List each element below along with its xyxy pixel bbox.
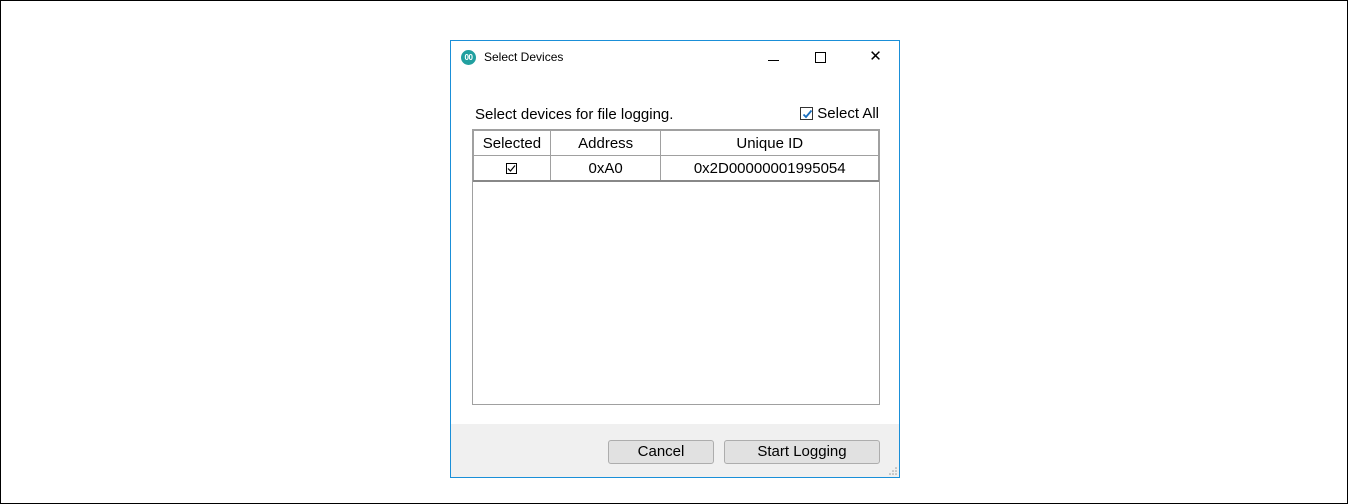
column-header-unique-id[interactable]: Unique ID: [660, 130, 879, 156]
app-logo-icon: 00: [461, 50, 476, 65]
column-header-address[interactable]: Address: [549, 130, 662, 156]
maximize-button[interactable]: [798, 41, 843, 74]
select-all-label: Select All: [817, 105, 879, 122]
title-bar: 00 Select Devices ✕: [451, 41, 899, 74]
row-unique-id-cell: 0x2D00000001995054: [660, 155, 879, 182]
row-selected-checkbox-icon[interactable]: [506, 163, 518, 175]
row-selected-cell[interactable]: [473, 155, 551, 182]
window-title: Select Devices: [484, 50, 564, 64]
devices-grid[interactable]: Selected Address Unique ID 0xA0 0x2D0000…: [472, 129, 880, 405]
minimize-icon: [768, 60, 779, 61]
table-row[interactable]: 0xA0 0x2D00000001995054: [473, 155, 879, 182]
resize-grip-icon[interactable]: [889, 467, 897, 475]
start-logging-button[interactable]: Start Logging: [724, 440, 880, 464]
table-header-row: Selected Address Unique ID: [473, 130, 879, 156]
select-all-check-icon[interactable]: [800, 107, 814, 120]
close-icon: ✕: [869, 48, 882, 65]
devices-table: Selected Address Unique ID 0xA0 0x2D0000…: [473, 130, 879, 182]
screenshot-frame: 00 Select Devices ✕ Select devices for f…: [0, 0, 1348, 504]
dialog-footer: Cancel Start Logging: [451, 424, 899, 477]
select-all-checkbox[interactable]: Select All: [800, 105, 879, 122]
instruction-label: Select devices for file logging.: [475, 106, 674, 123]
close-button[interactable]: ✕: [853, 41, 898, 74]
dialog-content: Select devices for file logging. Select …: [451, 74, 899, 424]
column-header-selected[interactable]: Selected: [473, 130, 551, 156]
cancel-button[interactable]: Cancel: [608, 440, 714, 464]
maximize-icon: [815, 52, 826, 63]
select-devices-dialog: 00 Select Devices ✕ Select devices for f…: [450, 40, 900, 478]
minimize-button[interactable]: [751, 41, 796, 74]
row-address-cell: 0xA0: [549, 155, 662, 182]
